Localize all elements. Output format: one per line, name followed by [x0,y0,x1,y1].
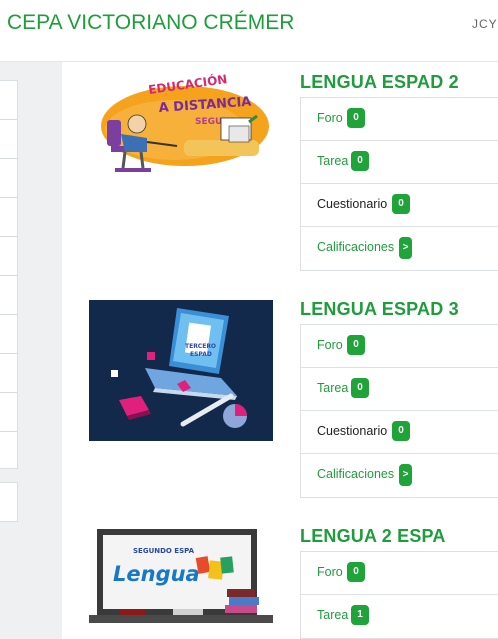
sidebar-divider [0,314,18,315]
count-badge: 1 [351,605,369,625]
activity-label[interactable]: Cuestionario [317,197,387,211]
sidebar-divider [0,392,18,393]
activity-label[interactable]: Cuestionario [317,424,387,438]
activity-label[interactable]: Tarea [317,608,348,622]
activity-row-foro[interactable]: Foro 0 [301,325,498,368]
activity-label[interactable]: Foro [317,111,343,125]
course-title[interactable]: LENGUA ESPAD 3 [300,299,459,320]
count-badge: 0 [392,421,410,441]
course-list: EDUCACIÓN A DISTANCIA SEGUNDO LENGUA ESP… [62,62,498,639]
course-title[interactable]: LENGUA ESPAD 2 [300,72,459,93]
sidebar-panel-bottom [0,482,18,522]
course-image-educacion-distancia[interactable]: EDUCACIÓN A DISTANCIA SEGUNDO [89,72,273,184]
activity-label[interactable]: Calificaciones [317,240,394,254]
activity-list: Foro 0 Tarea 1 [300,551,498,639]
svg-text:SEGUNDO ESPA: SEGUNDO ESPA [133,547,195,555]
svg-text:ESPAD: ESPAD [190,351,212,358]
site-title[interactable]: CEPA VICTORIANO CRÉMER [7,11,294,35]
sidebar-divider [0,275,18,276]
activity-row-cuestionario[interactable]: Cuestionario 0 [301,184,498,227]
activity-row-cuestionario[interactable]: Cuestionario 0 [301,411,498,454]
activity-row-calificaciones[interactable]: Calificaciones > [301,227,498,270]
sidebar-divider [0,119,18,120]
activity-label[interactable]: Tarea [317,381,348,395]
sidebar-divider [0,353,18,354]
activity-label[interactable]: Foro [317,338,343,352]
arrow-badge[interactable]: > [399,464,412,486]
activity-list: Foro 0 Tarea 0 Cuestionario 0 Calificaci… [300,324,498,498]
sidebar-divider [0,236,18,237]
activity-row-tarea[interactable]: Tarea 1 [301,595,498,638]
activity-row-tarea[interactable]: Tarea 0 [301,368,498,411]
activity-label[interactable]: Tarea [317,154,348,168]
activity-list: Foro 0 Tarea 0 Cuestionario 0 Calificaci… [300,97,498,271]
activity-row-foro[interactable]: Foro 0 [301,552,498,595]
activity-label[interactable]: Foro [317,565,343,579]
count-badge: 0 [347,108,365,128]
svg-text:TERCERO: TERCERO [185,343,216,350]
site-header: CEPA VICTORIANO CRÉMER JCYL [0,0,498,62]
count-badge: 0 [347,562,365,582]
activity-row-tarea[interactable]: Tarea 0 [301,141,498,184]
count-badge: 0 [392,194,410,214]
activity-row-foro[interactable]: Foro 0 [301,98,498,141]
sidebar-divider [0,431,18,432]
sidebar [0,62,62,639]
sidebar-divider [0,197,18,198]
activity-row-calificaciones[interactable]: Calificaciones > [301,454,498,497]
course-image-laptop[interactable]: TERCERO ESPAD [89,300,273,441]
arrow-badge[interactable]: > [399,237,412,259]
activity-label[interactable]: Calificaciones [317,467,394,481]
svg-text:Lengua: Lengua [113,562,200,586]
count-badge: 0 [351,378,369,398]
jcyl-link[interactable]: JCYL [472,17,498,31]
sidebar-divider [0,158,18,159]
course-image-lengua-board[interactable]: SEGUNDO ESPA Lengua [89,529,273,639]
count-badge: 0 [347,335,365,355]
count-badge: 0 [351,151,369,171]
course-title[interactable]: LENGUA 2 ESPA [300,526,446,547]
